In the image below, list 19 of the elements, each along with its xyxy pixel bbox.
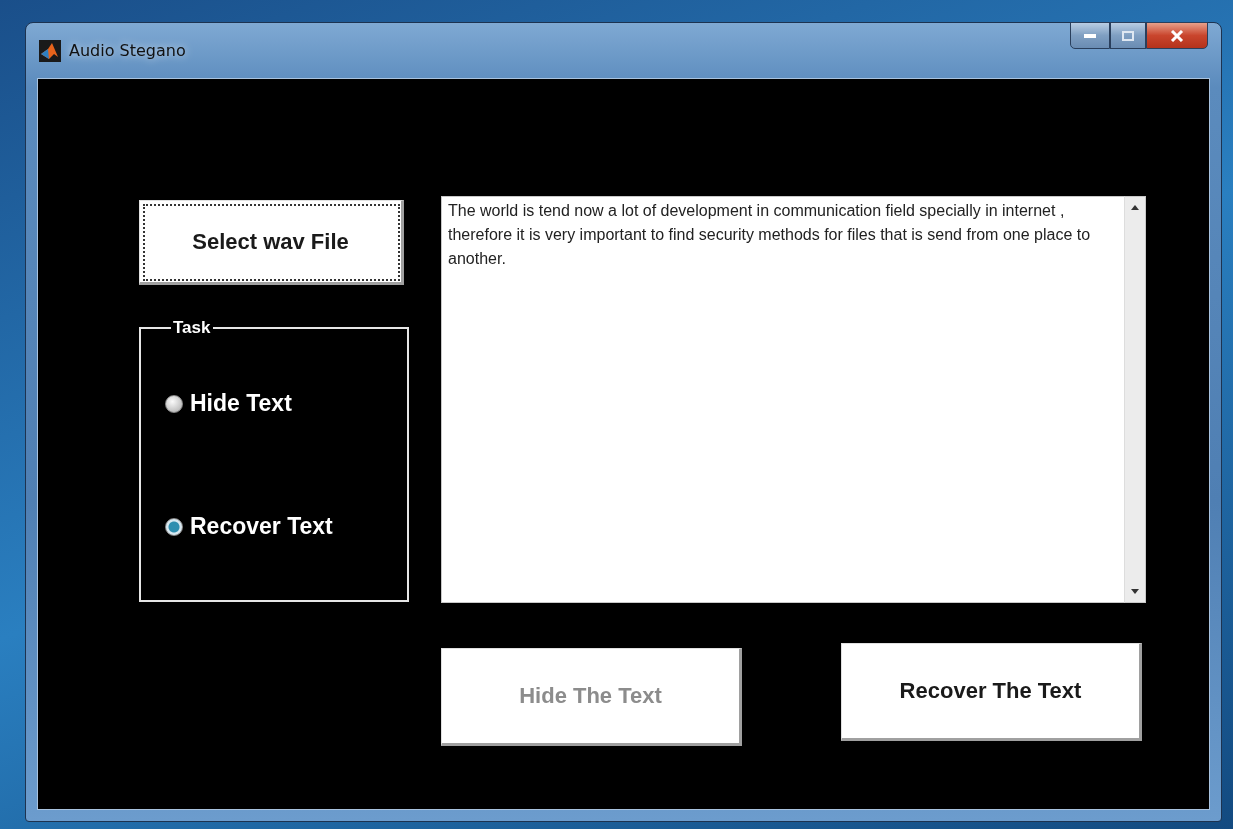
minimize-button[interactable]: [1070, 22, 1110, 49]
window-title: Audio Stegano: [69, 41, 187, 60]
radio-option[interactable]: Hide Text: [165, 390, 407, 417]
scroll-up-icon[interactable]: [1131, 205, 1139, 210]
radio-selected-icon[interactable]: [165, 517, 183, 536]
maximize-button[interactable]: [1110, 22, 1146, 49]
text-field[interactable]: The world is tend now a lot of development in communication field specially in internet , therefore it is very important to find security methods for files that is send from one place to another.: [441, 196, 1124, 603]
radio-option[interactable]: Recover Text: [165, 513, 407, 540]
app-logo-icon: [39, 39, 61, 62]
scrollbar[interactable]: [1124, 196, 1146, 603]
maximize-icon: [1122, 30, 1134, 41]
minimize-icon: [1084, 33, 1096, 38]
select-file-button[interactable]: Select wav File: [139, 200, 404, 285]
group-title: Task: [172, 318, 212, 338]
close-icon: [1170, 29, 1184, 42]
scroll-down-icon[interactable]: [1131, 589, 1139, 594]
close-button[interactable]: [1146, 22, 1208, 49]
radio-icon[interactable]: [165, 394, 183, 413]
recover-text-button[interactable]: Recover The Text: [841, 643, 1142, 741]
